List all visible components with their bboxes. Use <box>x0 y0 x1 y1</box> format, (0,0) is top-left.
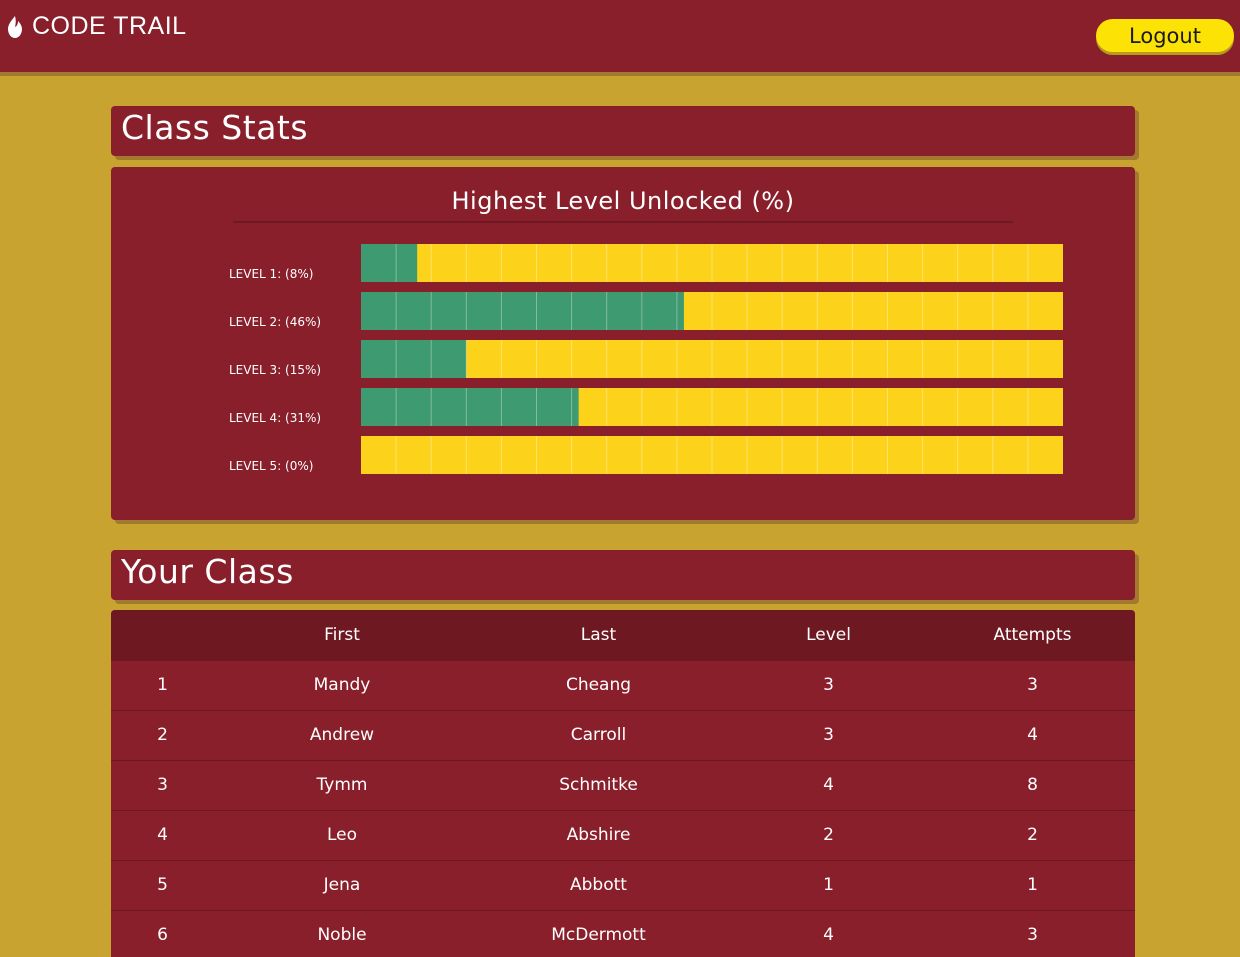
level-cell: 4 <box>823 925 834 946</box>
first-name-cell: Andrew <box>309 725 375 745</box>
bar-fill-level-3 <box>361 340 467 378</box>
top-nav-bar: CODE TRAIL Logout <box>0 0 1240 76</box>
bar-label-level-2: LEVEL 2: (46%) <box>229 315 321 329</box>
table-header-row: First Last Level Attempts <box>111 610 1135 660</box>
row-index: 2 <box>157 725 168 745</box>
bar-label-level-3: LEVEL 3: (15%) <box>229 363 321 377</box>
bar-label-level-1: LEVEL 1: (8%) <box>229 267 313 281</box>
table-row[interactable]: 1 Mandy Cheang 3 3 <box>111 660 1135 710</box>
attempts-cell: 8 <box>1027 775 1038 795</box>
level-cell: 3 <box>823 675 834 695</box>
class-table-panel: First Last Level Attempts 1 Mandy Cheang… <box>111 610 1135 957</box>
last-name-cell: McDermott <box>551 925 646 946</box>
column-header-attempts[interactable]: Attempts <box>930 610 1135 660</box>
level-cell: 4 <box>823 775 834 795</box>
first-name-cell: Noble <box>317 925 367 946</box>
first-name-cell: Mandy <box>313 675 371 695</box>
logout-button[interactable]: Logout <box>1096 19 1234 52</box>
level-cell: 2 <box>823 825 834 845</box>
row-index: 1 <box>157 675 168 695</box>
level-bar-chart: LEVEL 1: (8%) LEVEL 2: (46%) LEVEL 3: (15%… <box>229 244 1063 474</box>
table-row[interactable]: 2 Andrew Carroll 3 4 <box>111 710 1135 760</box>
brand-logo[interactable]: CODE TRAIL <box>6 12 187 41</box>
last-name-cell: Schmitke <box>559 775 638 795</box>
column-header-level[interactable]: Level <box>727 610 930 660</box>
table-row[interactable]: 4 Leo Abshire 2 2 <box>111 810 1135 860</box>
attempts-cell: 1 <box>1027 875 1038 895</box>
bar-label-level-5: LEVEL 5: (0%) <box>229 459 313 473</box>
class-table: First Last Level Attempts 1 Mandy Cheang… <box>111 610 1135 957</box>
last-name-cell: Cheang <box>565 675 632 695</box>
level-cell: 1 <box>823 875 834 895</box>
column-header-index <box>111 610 214 660</box>
row-index: 4 <box>157 825 168 845</box>
attempts-cell: 4 <box>1027 725 1038 745</box>
first-name-cell: Jena <box>323 875 361 895</box>
bar-fill-level-4 <box>361 388 579 426</box>
last-name-cell: Carroll <box>570 725 627 745</box>
level-cell: 3 <box>823 725 834 745</box>
row-index: 5 <box>157 875 168 895</box>
level-chart-panel: Highest Level Unlocked (%) LEVEL 1: (8%)… <box>111 167 1135 520</box>
column-header-first[interactable]: First <box>214 610 470 660</box>
bar-label-level-4: LEVEL 4: (31%) <box>229 411 321 425</box>
last-name-cell: Abbott <box>570 875 627 895</box>
last-name-cell: Abshire <box>566 825 631 845</box>
attempts-cell: 3 <box>1027 675 1038 695</box>
brand-name: CODE TRAIL <box>32 12 187 40</box>
bar-fill-level-1 <box>361 244 418 282</box>
class-stats-header: Class Stats <box>111 106 1135 156</box>
row-index: 6 <box>157 925 168 946</box>
table-row[interactable]: 3 Tymm Schmitke 4 8 <box>111 760 1135 810</box>
your-class-title: Your Class <box>121 552 294 591</box>
your-class-header: Your Class <box>111 550 1135 600</box>
table-row[interactable]: 6 Noble McDermott 4 3 <box>111 910 1135 957</box>
attempts-cell: 2 <box>1027 825 1038 845</box>
column-header-last[interactable]: Last <box>470 610 727 660</box>
attempts-cell: 3 <box>1027 925 1038 946</box>
bar-fill-level-2 <box>361 292 684 330</box>
class-stats-title: Class Stats <box>121 108 309 147</box>
flame-icon <box>8 15 22 38</box>
first-name-cell: Leo <box>326 825 358 845</box>
row-index: 3 <box>157 775 168 795</box>
first-name-cell: Tymm <box>316 775 368 795</box>
table-row[interactable]: 5 Jena Abbott 1 1 <box>111 860 1135 910</box>
